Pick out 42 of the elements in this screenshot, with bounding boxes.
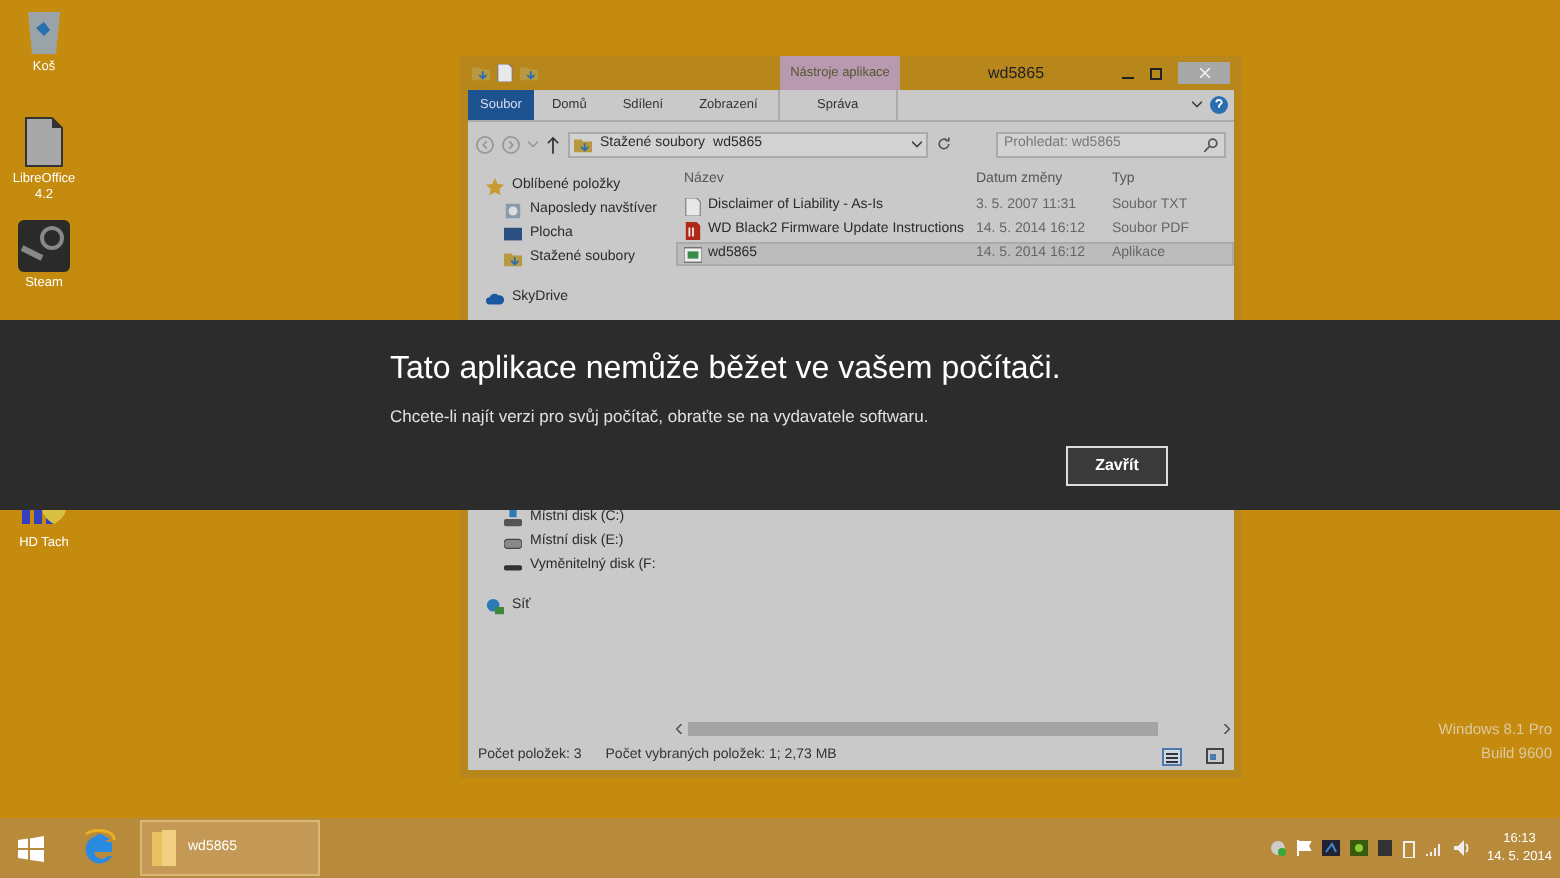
folder-icon <box>504 249 522 267</box>
folder-icon <box>520 64 538 82</box>
flag-icon[interactable] <box>1296 840 1313 856</box>
window-title: wd5865 <box>988 61 1045 85</box>
pdf-file-icon <box>684 221 702 239</box>
clock-icon <box>504 201 522 219</box>
star-icon <box>486 177 504 195</box>
dialog-title: Tato aplikace nemůže běžet ve vašem počítači. <box>390 350 1063 390</box>
speaker-icon[interactable] <box>1454 840 1471 856</box>
monitor-icon <box>504 225 522 243</box>
windows-logo-icon <box>17 835 43 861</box>
details-view-icon[interactable] <box>1162 747 1182 765</box>
text-file-icon <box>496 64 514 82</box>
power-icon[interactable] <box>1402 839 1417 857</box>
tray-icon[interactable] <box>1350 840 1369 856</box>
tray-icon[interactable] <box>1322 840 1341 856</box>
search-icon <box>1204 137 1218 151</box>
steam-icon <box>18 220 70 272</box>
close-icon <box>1199 68 1209 78</box>
help-icon[interactable] <box>1210 96 1228 114</box>
application-icon <box>684 245 702 263</box>
folder-icon <box>574 135 592 153</box>
cloud-icon <box>486 289 504 307</box>
caret-icon[interactable] <box>912 139 922 149</box>
refresh-icon[interactable] <box>936 136 952 152</box>
tiles-view-icon[interactable] <box>1206 748 1224 764</box>
drive-icon <box>504 509 522 527</box>
folder-icon <box>472 64 490 82</box>
browser-icon <box>80 828 120 868</box>
caret-icon[interactable] <box>1192 100 1202 110</box>
network-icon <box>486 597 504 615</box>
maximize-icon[interactable] <box>1150 67 1162 79</box>
signal-icon[interactable] <box>1426 841 1445 855</box>
dialog-message: Chcete-li najít verzi pro svůj počítač, obraťte se na vydavatele softwaru. <box>390 404 931 430</box>
scroll-right-icon[interactable] <box>1222 723 1230 733</box>
scrollbar-thumb[interactable] <box>688 721 1158 735</box>
text-file-icon <box>684 197 702 215</box>
folder-icon <box>150 828 178 868</box>
tray-icon[interactable] <box>1378 840 1393 856</box>
up-arrow-icon[interactable] <box>546 135 560 153</box>
close-button[interactable]: Zavřít <box>1066 445 1168 486</box>
scroll-left-icon[interactable] <box>676 723 684 733</box>
